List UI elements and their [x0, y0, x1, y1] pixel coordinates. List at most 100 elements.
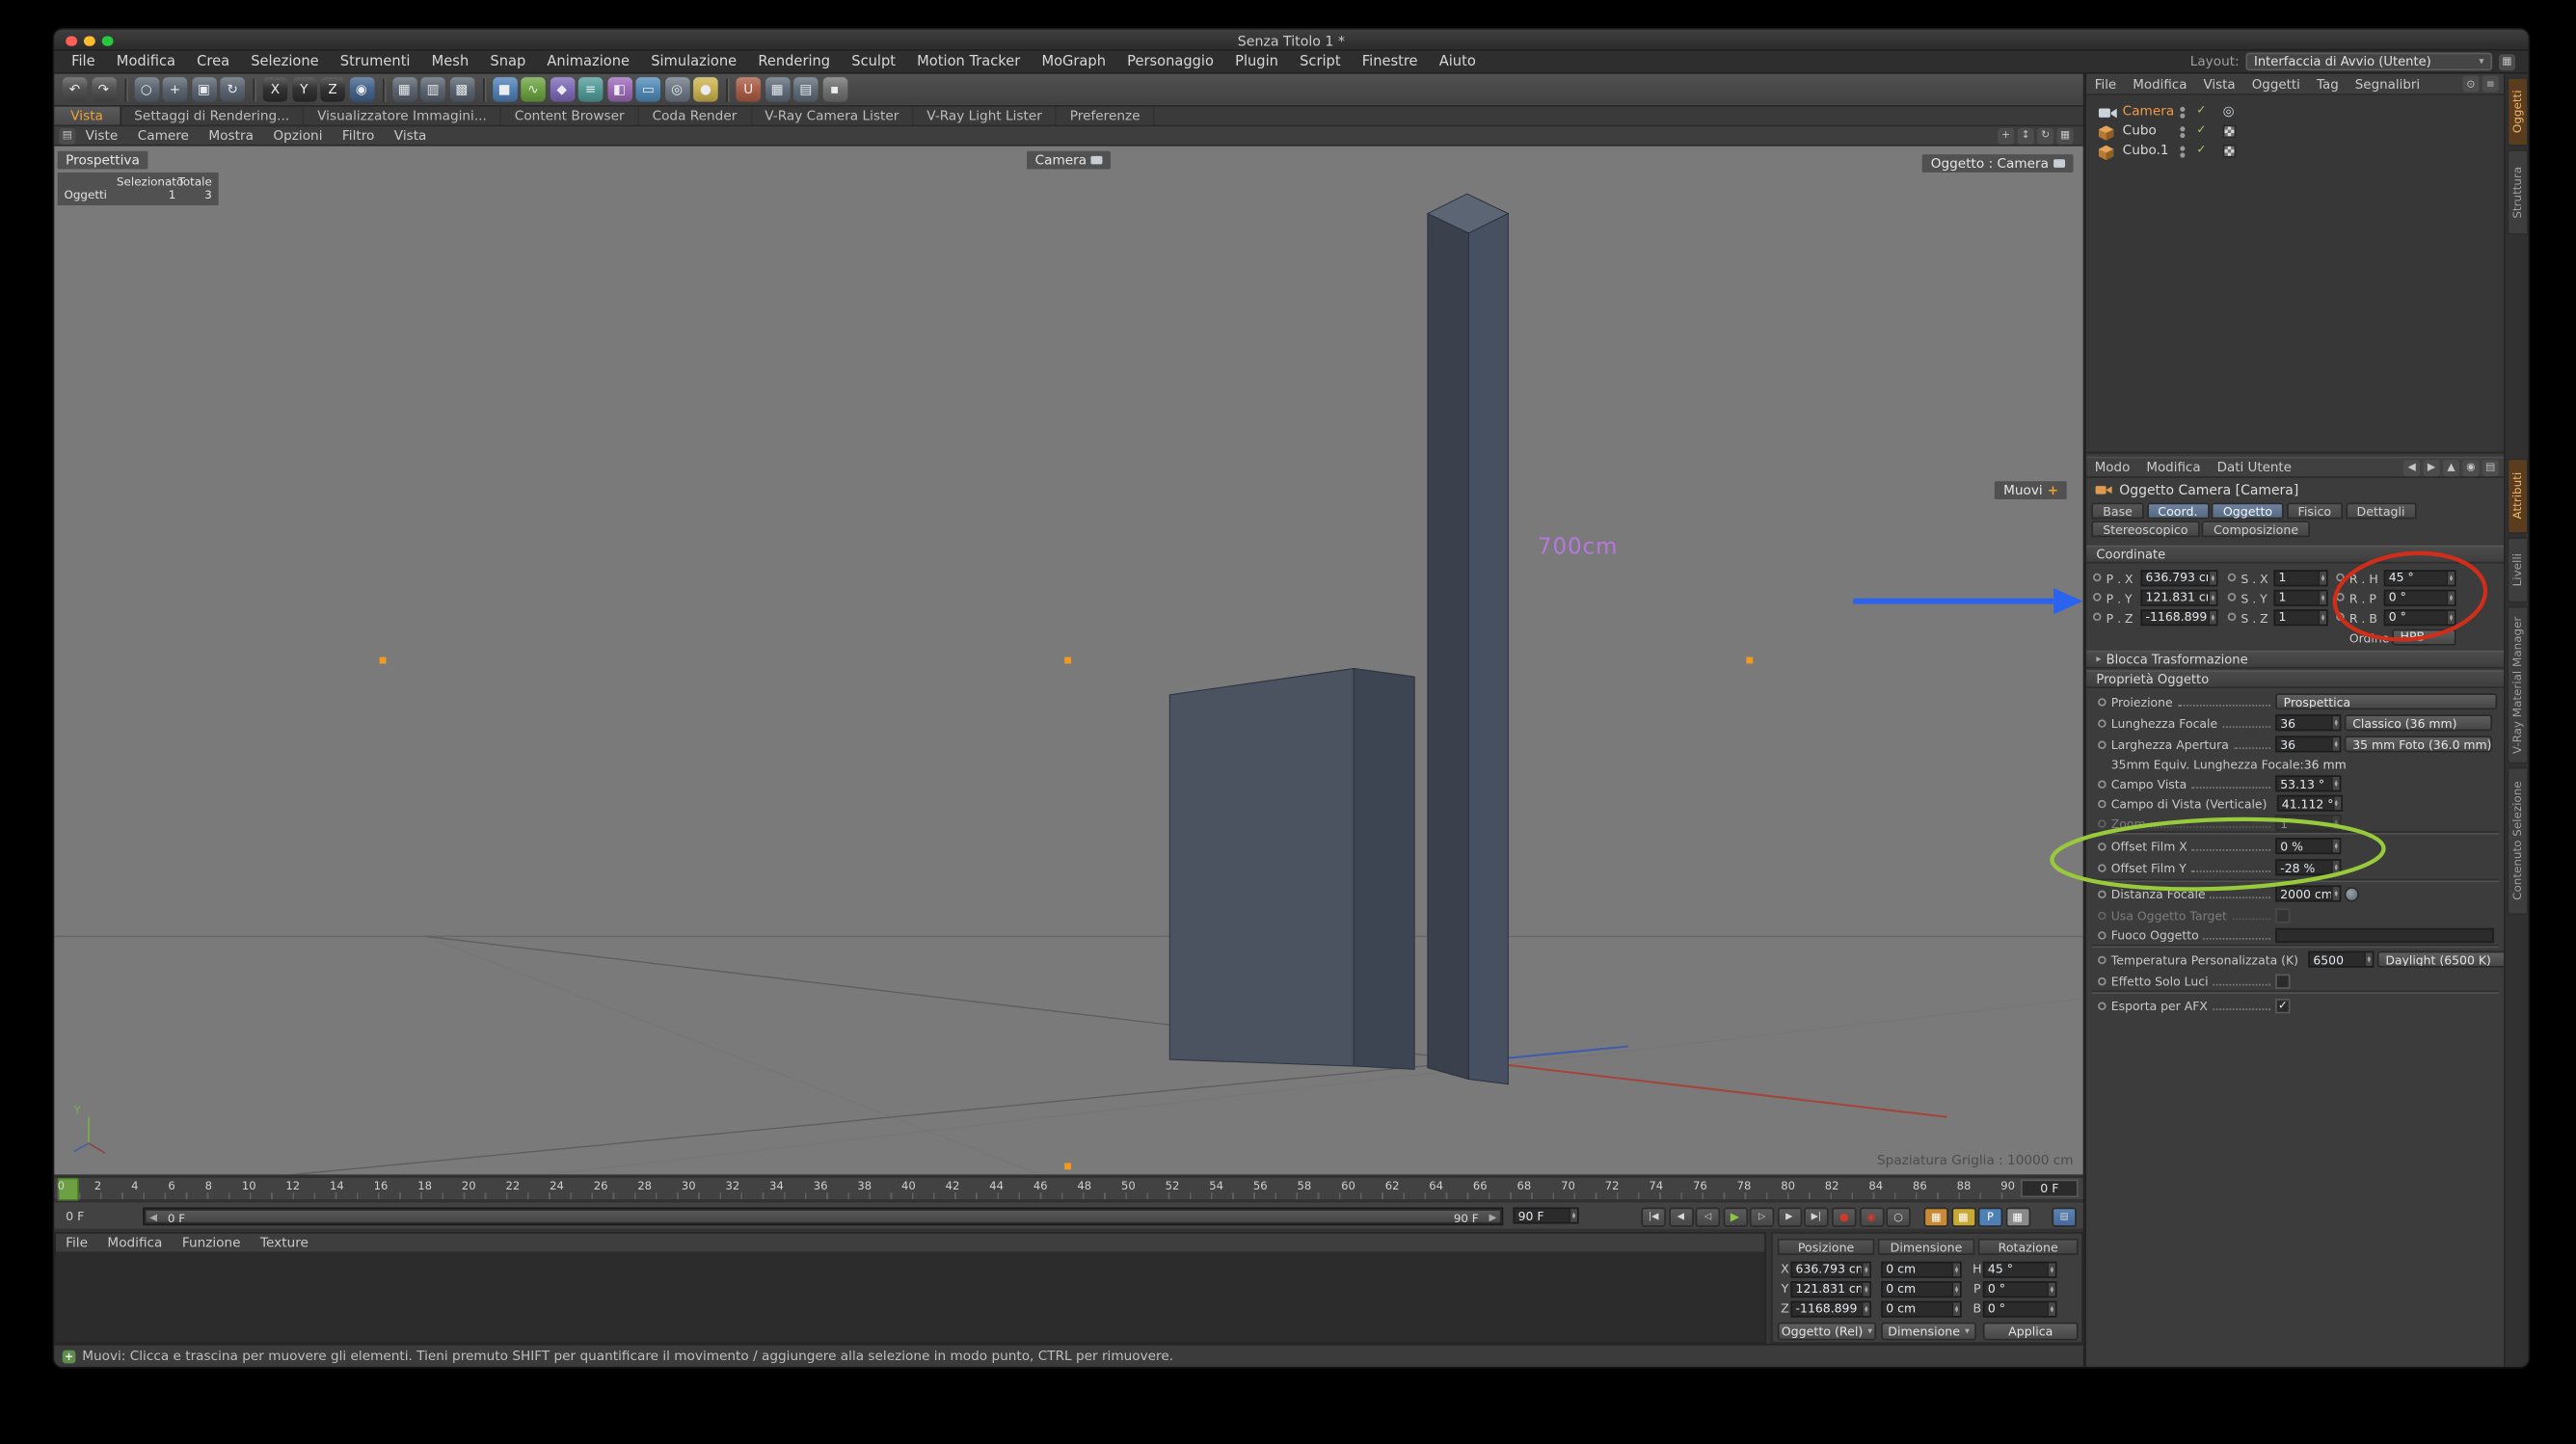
- menu-item[interactable]: Modifica: [2125, 76, 2195, 91]
- goto-start-icon[interactable]: |◀: [1641, 1207, 1666, 1226]
- menu-item[interactable]: Selezione: [240, 53, 330, 69]
- am-forward-icon[interactable]: ▶: [2424, 459, 2440, 475]
- timeline-layout-icon[interactable]: ▤: [2052, 1207, 2077, 1226]
- animation-dot[interactable]: [2093, 593, 2102, 602]
- menu-item[interactable]: Strumenti: [330, 53, 421, 69]
- animation-dot[interactable]: [2098, 719, 2106, 728]
- menu-item[interactable]: Segnalibri: [2347, 76, 2428, 91]
- coordinates-section[interactable]: Coordinate: [2086, 546, 2504, 564]
- array-icon[interactable]: ≡: [578, 77, 604, 102]
- animation-dot[interactable]: [2098, 1002, 2106, 1010]
- menu-item[interactable]: Filtro: [333, 128, 385, 143]
- am-pin-icon[interactable]: ◉: [2462, 459, 2479, 475]
- animation-dot[interactable]: [2098, 799, 2106, 808]
- subdivision-surface-icon[interactable]: ◆: [550, 77, 575, 102]
- menu-item[interactable]: Vista: [385, 128, 437, 143]
- animation-dot[interactable]: [2228, 574, 2237, 582]
- zoom-view-icon[interactable]: ↕: [2018, 127, 2034, 144]
- rotate-icon[interactable]: ↻: [220, 77, 245, 102]
- menu-item[interactable]: Oggetti: [2243, 76, 2308, 91]
- menu-item[interactable]: Coda Render: [639, 107, 752, 125]
- tab-fisico[interactable]: Fisico: [2287, 502, 2343, 519]
- camera-target-tag-icon[interactable]: ◎: [2223, 103, 2235, 118]
- end-frame-field[interactable]: 90 F: [1513, 1207, 1578, 1223]
- material-manager[interactable]: FileModificaFunzioneTexture: [54, 1232, 1766, 1344]
- menu-item[interactable]: Snap: [479, 53, 536, 69]
- rh-field[interactable]: 45 °: [2384, 569, 2456, 585]
- menu-item[interactable]: MoGraph: [1031, 53, 1116, 69]
- animation-dot[interactable]: [2228, 613, 2237, 622]
- dim-x-field[interactable]: 0 cm: [1881, 1261, 1961, 1277]
- record-pla-icon[interactable]: P: [1978, 1207, 2003, 1226]
- menu-item[interactable]: Personaggio: [1116, 53, 1224, 69]
- dim-z-field[interactable]: 0 cm: [1881, 1300, 1961, 1317]
- lock-x-icon[interactable]: X: [263, 77, 288, 102]
- am-up-icon[interactable]: ▲: [2443, 459, 2459, 475]
- viewport-menu-icon[interactable]: ▤: [59, 127, 75, 144]
- timeline-ruler[interactable]: 0246810121416182022242628303234363840424…: [54, 1176, 2083, 1199]
- play-icon[interactable]: ▶: [1723, 1207, 1748, 1226]
- titlebar[interactable]: Senza Titolo 1 *: [54, 30, 2528, 51]
- move-icon[interactable]: +: [163, 77, 188, 102]
- proiezione-dropdown[interactable]: Prospettica: [2275, 693, 2497, 709]
- mode-size-dropdown[interactable]: Dimensione▾: [1881, 1323, 1976, 1341]
- menu-item[interactable]: Script: [1289, 53, 1352, 69]
- dock-tab-attributi[interactable]: Attributi: [2507, 458, 2528, 533]
- coord-system-icon[interactable]: ◉: [349, 77, 374, 102]
- keyframe-selection-icon[interactable]: ○: [1886, 1207, 1911, 1226]
- enable-check-icon[interactable]: ✓: [2196, 103, 2206, 117]
- object-row-cubo[interactable]: Cubo ✓: [2086, 121, 2504, 141]
- animation-dot[interactable]: [2098, 890, 2106, 898]
- start-frame-field[interactable]: 0 F: [66, 1209, 84, 1223]
- animation-dot[interactable]: [2098, 955, 2106, 964]
- menu-item[interactable]: Preferenze: [1057, 107, 1155, 125]
- menu-item[interactable]: V-Ray Camera Lister: [752, 107, 914, 125]
- animation-dot[interactable]: [2093, 574, 2102, 582]
- enable-check-icon[interactable]: ✓: [2196, 143, 2206, 156]
- menu-item[interactable]: Crea: [186, 53, 240, 69]
- pos-z-field[interactable]: -1168.899 cm: [1790, 1300, 1871, 1317]
- dock-tab-livelli[interactable]: Livelli: [2507, 537, 2528, 602]
- menu-item[interactable]: Animazione: [536, 53, 640, 69]
- visibility-toggles[interactable]: [2180, 125, 2185, 138]
- render-settings-icon[interactable]: ▩: [449, 77, 474, 102]
- record-keyframe-icon[interactable]: ●: [1832, 1207, 1857, 1226]
- menu-item[interactable]: Aiuto: [1429, 53, 1487, 69]
- fuoco-oggetto-linkfield[interactable]: [2275, 927, 2494, 942]
- apply-button[interactable]: Applica: [1983, 1323, 2079, 1341]
- animation-dot[interactable]: [2336, 613, 2345, 622]
- render-view-icon[interactable]: ▦: [391, 77, 416, 102]
- pan-view-icon[interactable]: +: [1998, 127, 2014, 144]
- tab-vista[interactable]: Vista: [54, 107, 121, 125]
- campo-vista-v-field[interactable]: 41.112 °: [2277, 795, 2343, 812]
- range-left-arrow-icon[interactable]: ◀: [149, 1213, 157, 1224]
- rot-p-field[interactable]: 0 °: [1983, 1280, 2057, 1297]
- lunghezza-focale-field[interactable]: 36: [2275, 714, 2341, 731]
- animation-dot[interactable]: [2098, 930, 2106, 939]
- object-row-camera[interactable]: Camera ✓ ◎: [2086, 102, 2504, 121]
- stepper[interactable]: [1569, 1209, 1577, 1222]
- px-field[interactable]: 636.793 cm: [2140, 569, 2217, 585]
- tab-stereoscopico[interactable]: Stereoscopico: [2091, 521, 2199, 537]
- object-hud-label[interactable]: Oggetto : Camera: [1922, 154, 2073, 173]
- toggle-view-icon[interactable]: ▦: [2057, 127, 2074, 144]
- live-selection-icon[interactable]: ○: [134, 77, 159, 102]
- rp-field[interactable]: 0 °: [2384, 589, 2456, 605]
- dock-tab-contenuto-selezione[interactable]: Contenuto Selezione: [2507, 767, 2528, 915]
- layout-dropdown[interactable]: Interfaccia di Avvio (Utente) ▾: [2245, 53, 2492, 71]
- pz-field[interactable]: -1168.899 cm: [2140, 608, 2217, 625]
- visibility-toggles[interactable]: [2180, 106, 2185, 119]
- menu-item[interactable]: Visualizzatore Immagini...: [305, 107, 502, 125]
- om-search-icon[interactable]: ⊙: [2462, 75, 2479, 92]
- menu-item[interactable]: File: [56, 1235, 97, 1249]
- menu-item[interactable]: Viste: [75, 128, 127, 143]
- rot-b-field[interactable]: 0 °: [1983, 1300, 2057, 1317]
- light-icon[interactable]: ●: [693, 77, 718, 102]
- tab-oggetto[interactable]: Oggetto: [2212, 502, 2284, 519]
- layout-grid-icon[interactable]: ▦: [2499, 53, 2515, 69]
- frame-range-slider[interactable]: ◀ 0 F 90 F ▶: [143, 1207, 1503, 1225]
- distanza-focale-field[interactable]: 2000 cm: [2275, 885, 2341, 901]
- menu-item[interactable]: Mesh: [421, 53, 480, 69]
- next-frame-icon[interactable]: ▷: [1750, 1207, 1775, 1226]
- spline-pen-icon[interactable]: ∿: [521, 77, 546, 102]
